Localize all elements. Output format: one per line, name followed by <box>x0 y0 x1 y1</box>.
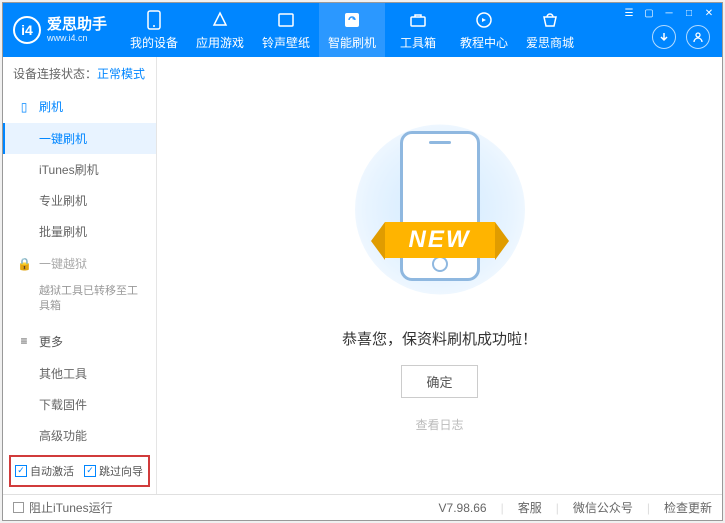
wallpaper-icon <box>276 10 296 30</box>
block-itunes-checkbox[interactable] <box>13 502 24 513</box>
wechat-link[interactable]: 微信公众号 <box>573 499 633 516</box>
title-bar: i4 爱思助手 www.i4.cn 我的设备 应用游戏 铃声壁纸 智能刷机 工具… <box>3 3 722 57</box>
skin-icon[interactable]: ▢ <box>642 7 656 19</box>
block-itunes-label: 阻止iTunes运行 <box>29 499 113 516</box>
section-more[interactable]: ≡更多 <box>5 325 156 358</box>
close-button[interactable]: ✕ <box>702 7 716 19</box>
app-name: 爱思助手 <box>47 17 107 34</box>
sidebar-item-oneclick-flash[interactable]: 一键刷机 <box>3 123 156 154</box>
status-bar: 阻止iTunes运行 V7.98.66| 客服| 微信公众号| 检查更新 <box>3 494 722 520</box>
version-label: V7.98.66 <box>439 501 487 515</box>
section-jailbreak[interactable]: 🔒一键越狱 <box>5 247 156 280</box>
main-content: NEW 恭喜您，保资料刷机成功啦！ 确定 查看日志 <box>157 57 722 494</box>
lock-icon: 🔒 <box>17 257 31 271</box>
window-controls: ☰ ▢ ─ □ ✕ <box>622 7 716 19</box>
sidebar-item-other-tools[interactable]: 其他工具 <box>5 358 156 389</box>
confirm-button[interactable]: 确定 <box>401 365 477 398</box>
logo-icon: i4 <box>13 16 41 44</box>
nav-apps[interactable]: 应用游戏 <box>187 3 253 57</box>
nav-my-device[interactable]: 我的设备 <box>121 3 187 57</box>
nav-toolbox[interactable]: 工具箱 <box>385 3 451 57</box>
app-window: i4 爱思助手 www.i4.cn 我的设备 应用游戏 铃声壁纸 智能刷机 工具… <box>2 2 723 521</box>
checkbox-highlight: ✓自动激活 ✓跳过向导 <box>9 455 150 487</box>
apps-icon <box>210 10 230 30</box>
auto-activate-checkbox[interactable]: ✓自动激活 <box>15 463 74 479</box>
sidebar-item-pro-flash[interactable]: 专业刷机 <box>5 185 156 216</box>
maximize-button[interactable]: □ <box>682 7 696 19</box>
nav-ringtone[interactable]: 铃声壁纸 <box>253 3 319 57</box>
download-button[interactable] <box>652 25 676 49</box>
tutorial-icon <box>474 10 494 30</box>
sidebar: 设备连接状态：正常模式 ▯刷机 一键刷机 iTunes刷机 专业刷机 批量刷机 … <box>3 57 157 494</box>
phone-icon: ▯ <box>17 100 31 114</box>
toolbox-icon <box>408 10 428 30</box>
view-log-link[interactable]: 查看日志 <box>415 416 463 433</box>
app-url: www.i4.cn <box>47 33 107 43</box>
connection-status: 设备连接状态：正常模式 <box>3 57 156 90</box>
user-button[interactable] <box>686 25 710 49</box>
logo-area: i4 爱思助手 www.i4.cn <box>3 16 121 44</box>
minimize-button[interactable]: ─ <box>662 7 676 19</box>
nav-tutorial[interactable]: 教程中心 <box>451 3 517 57</box>
section-flash[interactable]: ▯刷机 <box>5 90 156 123</box>
menu-icon[interactable]: ☰ <box>622 7 636 19</box>
main-nav: 我的设备 应用游戏 铃声壁纸 智能刷机 工具箱 教程中心 爱思商城 <box>121 3 583 57</box>
success-message: 恭喜您，保资料刷机成功啦！ <box>342 328 537 349</box>
flash-icon <box>342 10 362 30</box>
store-icon <box>540 10 560 30</box>
phone-icon <box>144 10 164 30</box>
sidebar-item-advanced[interactable]: 高级功能 <box>5 420 156 451</box>
skip-guide-checkbox[interactable]: ✓跳过向导 <box>84 463 143 479</box>
jailbreak-note: 越狱工具已转移至工具箱 <box>5 280 156 325</box>
customer-service-link[interactable]: 客服 <box>518 499 542 516</box>
sidebar-item-itunes-flash[interactable]: iTunes刷机 <box>5 154 156 185</box>
nav-store[interactable]: 爱思商城 <box>517 3 583 57</box>
check-update-link[interactable]: 检查更新 <box>664 499 712 516</box>
sidebar-item-download-fw[interactable]: 下载固件 <box>5 389 156 420</box>
success-illustration: NEW <box>330 118 550 318</box>
nav-flash[interactable]: 智能刷机 <box>319 3 385 57</box>
new-banner: NEW <box>385 222 495 258</box>
more-icon: ≡ <box>17 334 31 348</box>
sidebar-item-batch-flash[interactable]: 批量刷机 <box>5 216 156 247</box>
